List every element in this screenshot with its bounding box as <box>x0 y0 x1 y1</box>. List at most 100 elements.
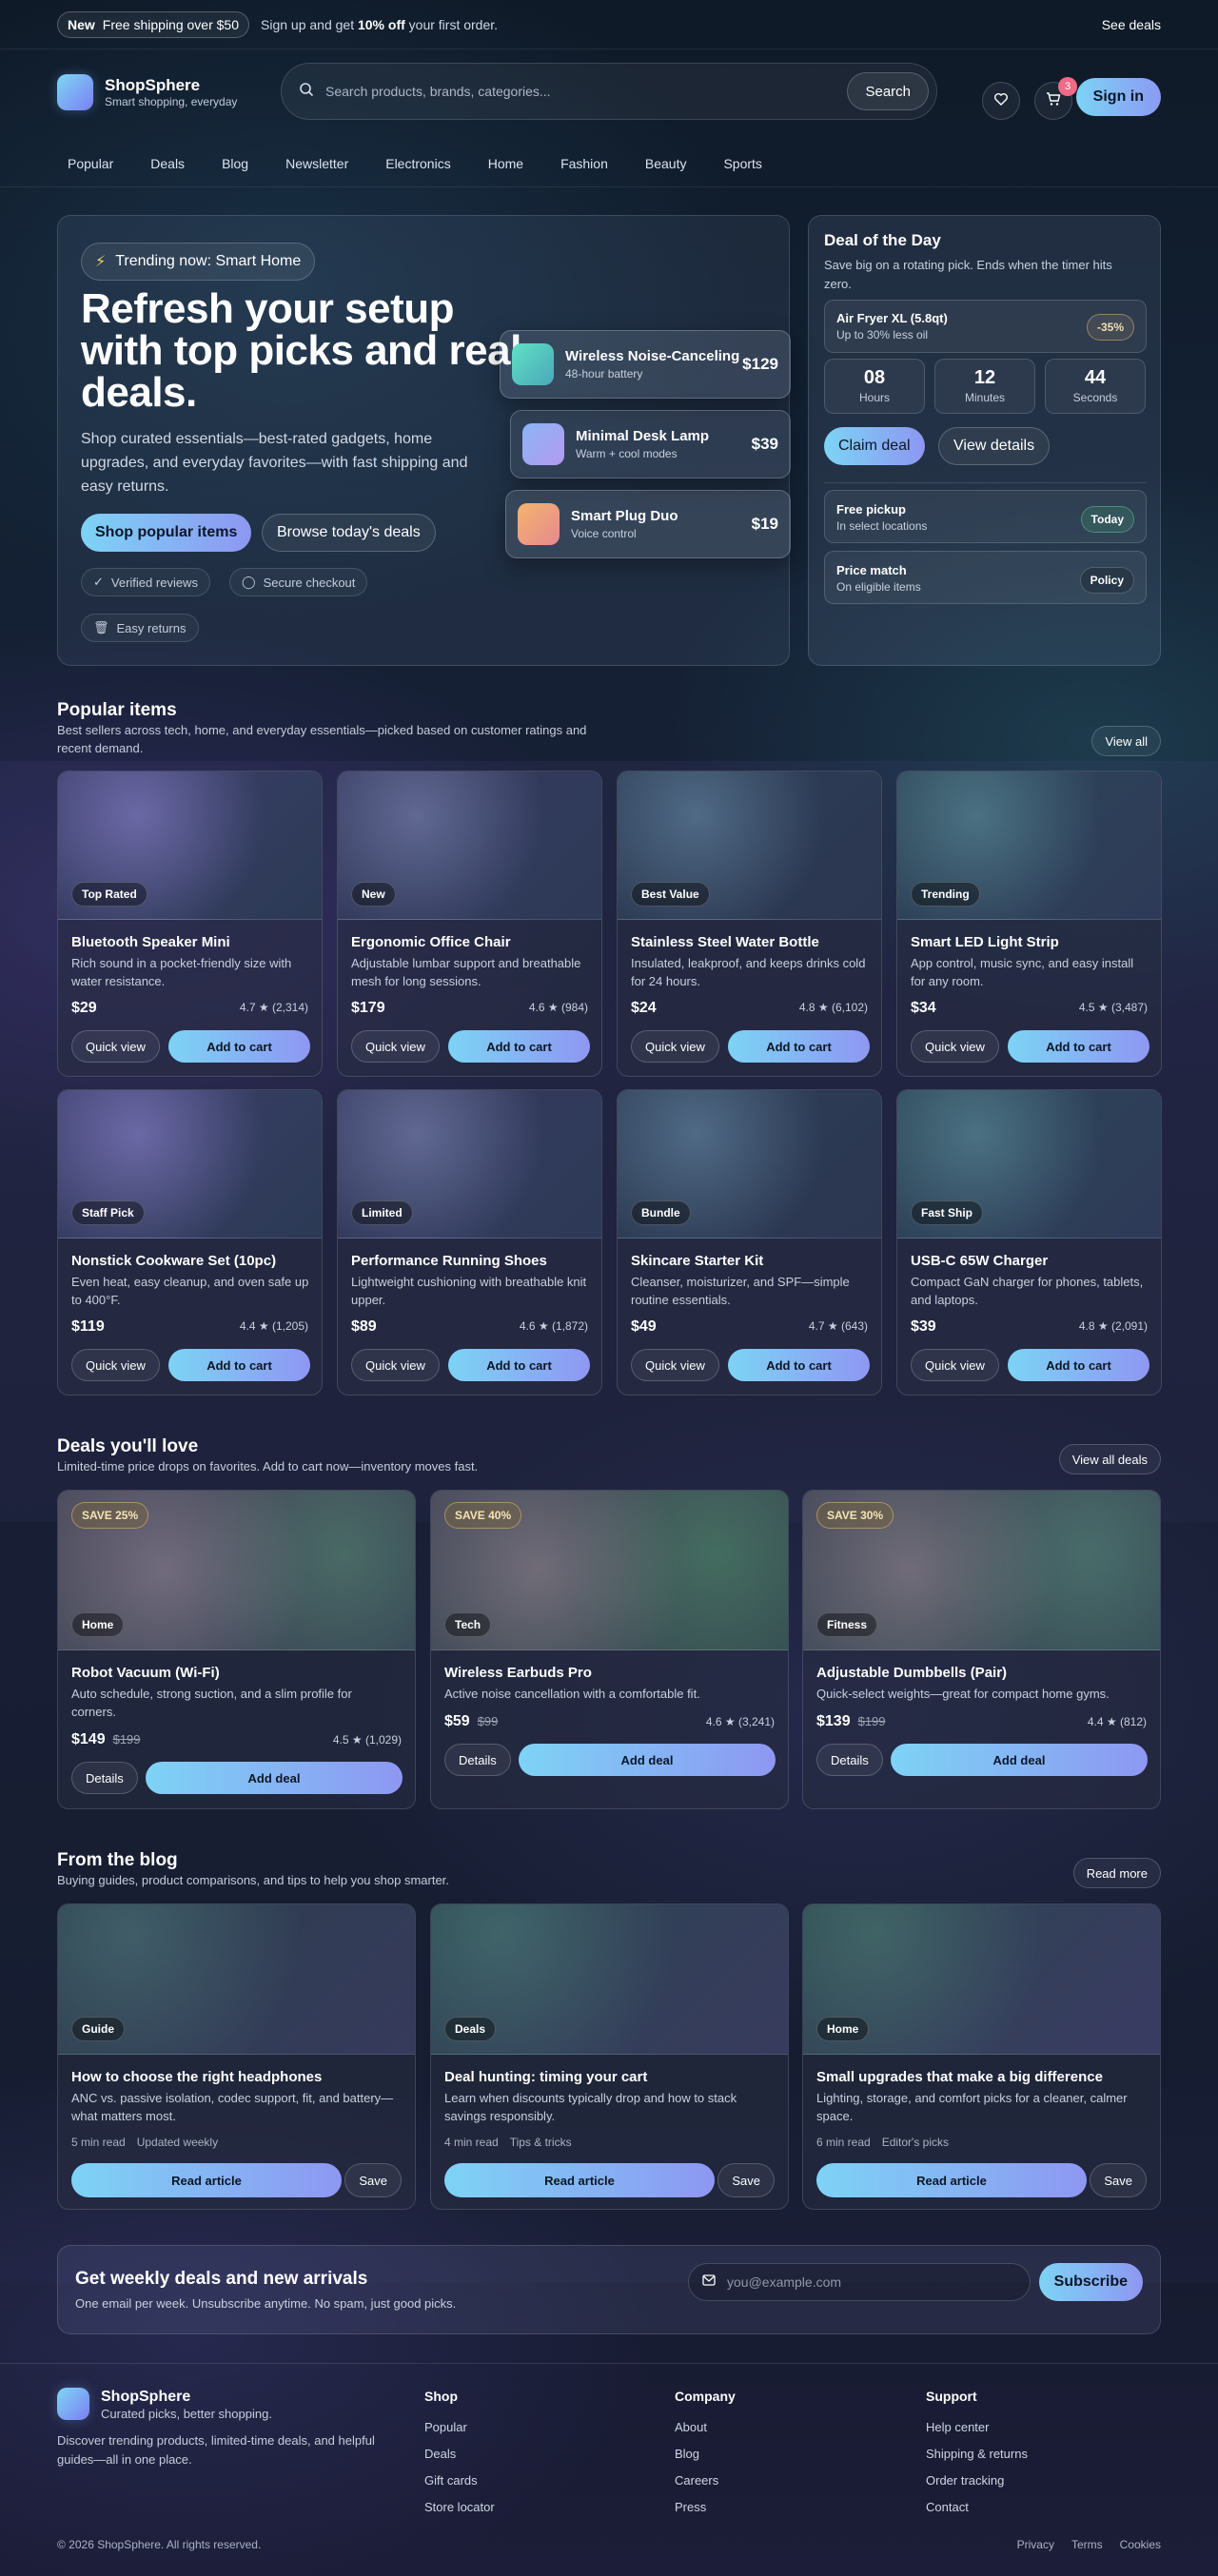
product-name[interactable]: Skincare Starter Kit <box>631 1253 763 1269</box>
hero-panel: ⚡ Trending now: Smart Home Refresh your … <box>57 215 791 666</box>
footer-link[interactable]: Press <box>675 2500 706 2514</box>
browse-deals-button[interactable]: Browse today's deals <box>262 514 436 552</box>
read-article-button[interactable]: Read article <box>816 2163 1087 2197</box>
quick-view-button[interactable]: Quick view <box>911 1349 999 1381</box>
footer-link[interactable]: Careers <box>675 2473 718 2488</box>
privacy-link[interactable]: Privacy <box>1017 2538 1054 2551</box>
footer-link[interactable]: Popular <box>424 2420 467 2434</box>
add-deal-button[interactable]: Add deal <box>519 1744 776 1776</box>
nav-item-popular[interactable]: Popular <box>57 148 125 179</box>
deal-details-button[interactable]: Details <box>444 1744 511 1776</box>
quick-view-button[interactable]: Quick view <box>631 1030 719 1063</box>
see-deals-link[interactable]: See deals <box>1102 17 1161 32</box>
footer-link[interactable]: Help center <box>926 2420 989 2434</box>
product-price: $29 <box>71 1000 97 1016</box>
save-article-button[interactable]: Save <box>717 2163 775 2197</box>
read-article-button[interactable]: Read article <box>444 2163 715 2197</box>
add-to-cart-button[interactable]: Add to cart <box>728 1030 870 1063</box>
view-all-deals-button[interactable]: View all deals <box>1058 1444 1161 1474</box>
site-header: ShopSphere Smart shopping, everyday Sear… <box>57 63 1161 122</box>
footer-link[interactable]: Deals <box>424 2447 456 2461</box>
read-more-button[interactable]: Read more <box>1072 1858 1161 1888</box>
footer-link[interactable]: Gift cards <box>424 2473 478 2488</box>
read-article-button[interactable]: Read article <box>71 2163 342 2197</box>
popular-subtitle: Best sellers across tech, home, and ever… <box>57 723 587 755</box>
quick-view-button[interactable]: Quick view <box>351 1030 440 1063</box>
quick-view-button[interactable]: Quick view <box>71 1030 160 1063</box>
product-price: $34 <box>911 1000 936 1016</box>
hero-product-plug[interactable]: Smart Plug Duo Voice control $19 <box>505 490 791 558</box>
footer-link[interactable]: Contact <box>926 2500 969 2514</box>
wishlist-button[interactable] <box>982 82 1020 120</box>
add-to-cart-button[interactable]: Add to cart <box>728 1349 870 1381</box>
nav-item-fashion[interactable]: Fashion <box>550 148 619 179</box>
quick-view-button[interactable]: Quick view <box>71 1349 160 1381</box>
shop-popular-button[interactable]: Shop popular items <box>81 514 252 552</box>
product-name[interactable]: USB-C 65W Charger <box>911 1253 1048 1269</box>
deal-name[interactable]: Adjustable Dumbbells (Pair) <box>816 1665 1007 1681</box>
save-article-button[interactable]: Save <box>1090 2163 1147 2197</box>
new-badge: New <box>68 16 95 32</box>
product-name[interactable]: Smart LED Light Strip <box>911 934 1059 950</box>
view-details-button[interactable]: View details <box>938 427 1051 465</box>
search-input[interactable] <box>325 84 848 99</box>
product-name[interactable]: Nonstick Cookware Set (10pc) <box>71 1253 276 1269</box>
blog-title[interactable]: Small upgrades that make a big differenc… <box>816 2069 1103 2085</box>
footer-link[interactable]: Store locator <box>424 2500 495 2514</box>
add-to-cart-button[interactable]: Add to cart <box>1008 1349 1149 1381</box>
add-to-cart-button[interactable]: Add to cart <box>448 1349 590 1381</box>
nav-divider <box>0 186 1218 187</box>
mail-icon <box>702 2274 716 2291</box>
trending-pill[interactable]: ⚡ Trending now: Smart Home <box>81 243 316 281</box>
product-name[interactable]: Bluetooth Speaker Mini <box>71 934 230 950</box>
footer-link[interactable]: About <box>675 2420 707 2434</box>
popular-title: Popular items <box>57 700 177 720</box>
quick-view-button[interactable]: Quick view <box>911 1030 999 1063</box>
nav-item-blog[interactable]: Blog <box>211 148 260 179</box>
product-name[interactable]: Stainless Steel Water Bottle <box>631 934 819 950</box>
quick-view-button[interactable]: Quick view <box>631 1349 719 1381</box>
add-to-cart-button[interactable]: Add to cart <box>448 1030 590 1063</box>
save-article-button[interactable]: Save <box>344 2163 402 2197</box>
nav-item-sports[interactable]: Sports <box>713 148 773 179</box>
add-deal-button[interactable]: Add deal <box>891 1744 1148 1776</box>
footer-logo-icon[interactable] <box>57 2388 89 2420</box>
deal-details-button[interactable]: Details <box>816 1744 883 1776</box>
view-all-popular-button[interactable]: View all <box>1091 726 1161 756</box>
nav-item-home[interactable]: Home <box>478 148 535 179</box>
nav-item-electronics[interactable]: Electronics <box>375 148 462 179</box>
deal-details-button[interactable]: Details <box>71 1762 138 1794</box>
subscribe-button[interactable]: Subscribe <box>1038 2263 1143 2301</box>
product-name[interactable]: Performance Running Shoes <box>351 1253 547 1269</box>
email-input[interactable] <box>727 2274 1016 2290</box>
add-deal-button[interactable]: Add deal <box>146 1762 403 1794</box>
footer-link[interactable]: Blog <box>675 2447 699 2461</box>
deal-product[interactable]: Air Fryer XL (5.8qt) Up to 30% less oil … <box>824 300 1147 353</box>
hero-product-lamp[interactable]: Minimal Desk Lamp Warm + cool modes $39 <box>510 410 791 478</box>
claim-deal-button[interactable]: Claim deal <box>824 427 925 465</box>
deal-name[interactable]: Robot Vacuum (Wi-Fi) <box>71 1665 220 1681</box>
nav-item-deals[interactable]: Deals <box>140 148 196 179</box>
add-to-cart-button[interactable]: Add to cart <box>168 1030 310 1063</box>
add-to-cart-button[interactable]: Add to cart <box>1008 1030 1149 1063</box>
product-name[interactable]: Ergonomic Office Chair <box>351 934 511 950</box>
hero-product-headphones[interactable]: Wireless Noise-Canceling 48-hour battery … <box>500 330 791 399</box>
blog-title[interactable]: How to choose the right headphones <box>71 2069 322 2085</box>
blog-title[interactable]: Deal hunting: timing your cart <box>444 2069 647 2085</box>
sign-in-button[interactable]: Sign in <box>1075 78 1161 116</box>
deal-name[interactable]: Wireless Earbuds Pro <box>444 1665 592 1681</box>
search-button[interactable]: Search <box>847 72 929 110</box>
cart-count-badge: 3 <box>1058 77 1077 96</box>
nav-item-newsletter[interactable]: Newsletter <box>275 148 360 179</box>
footer-link[interactable]: Shipping & returns <box>926 2447 1028 2461</box>
nav-item-beauty[interactable]: Beauty <box>635 148 698 179</box>
terms-link[interactable]: Terms <box>1071 2538 1103 2551</box>
logo-icon[interactable] <box>57 74 93 110</box>
brand[interactable]: ShopSphere Smart shopping, everyday <box>105 76 237 108</box>
add-to-cart-button[interactable]: Add to cart <box>168 1349 310 1381</box>
quick-view-button[interactable]: Quick view <box>351 1349 440 1381</box>
footer-link[interactable]: Order tracking <box>926 2473 1004 2488</box>
product-card: Limited Performance Running Shoes Lightwei… <box>337 1089 602 1395</box>
cart-button[interactable]: 3 <box>1034 77 1077 120</box>
cookies-link[interactable]: Cookies <box>1120 2538 1161 2551</box>
